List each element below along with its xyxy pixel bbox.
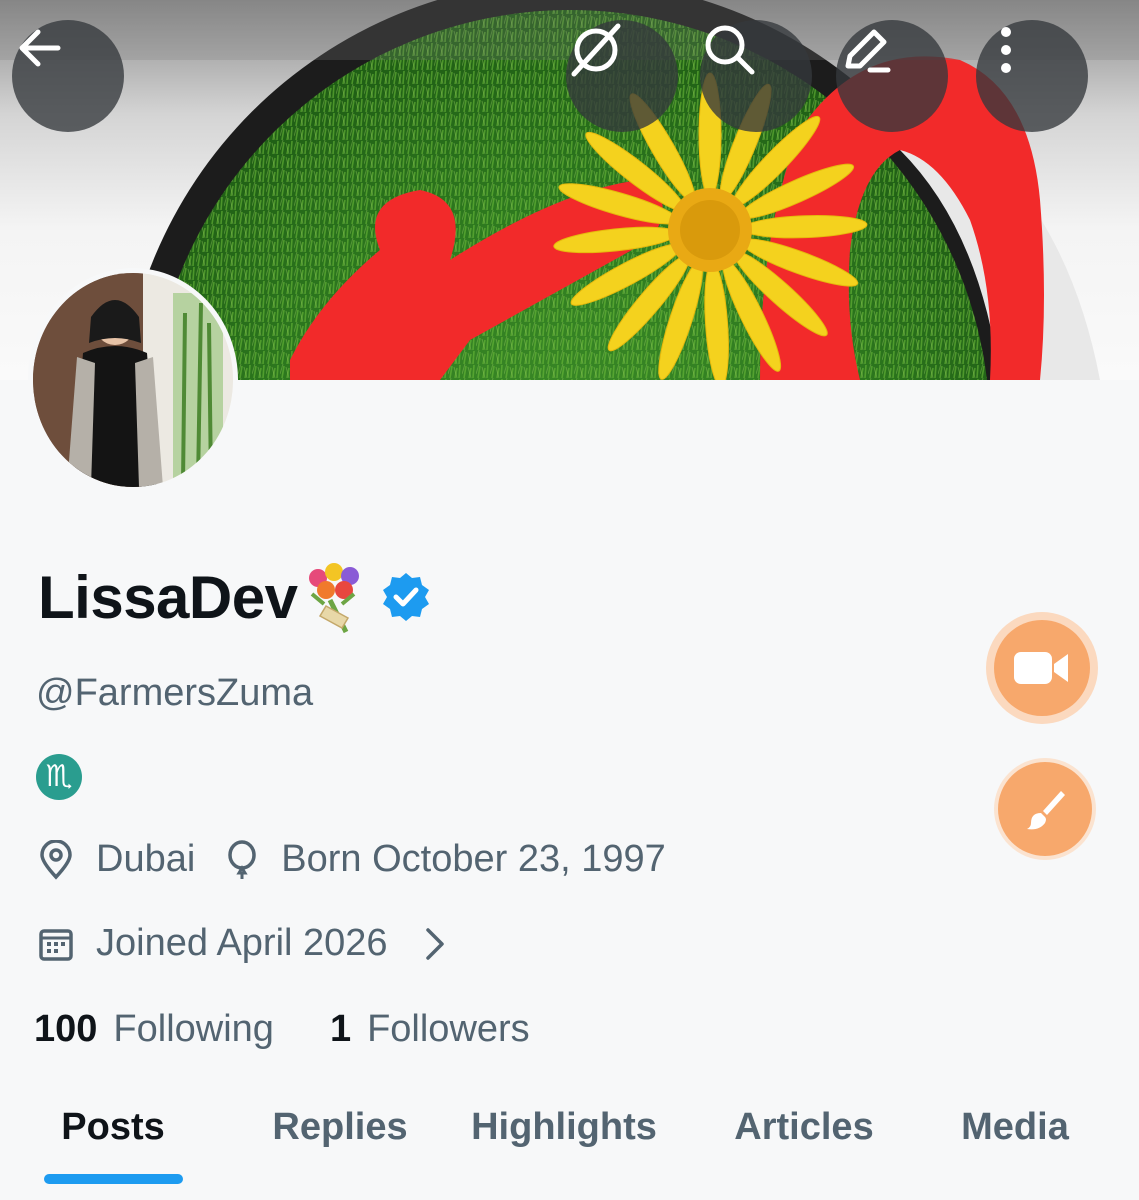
- tab-posts[interactable]: Posts: [61, 1106, 164, 1149]
- edit-button[interactable]: [836, 20, 948, 132]
- edit-icon: [845, 29, 891, 73]
- paint-button[interactable]: [998, 762, 1092, 856]
- avatar[interactable]: [28, 268, 238, 492]
- following-count: 100: [34, 1008, 98, 1050]
- paintbrush-icon: [1027, 791, 1065, 830]
- balloon-icon: [225, 839, 259, 880]
- more-vertical-icon: [1001, 27, 1011, 73]
- following-link[interactable]: 100 Following: [34, 1008, 274, 1051]
- more-button[interactable]: [976, 20, 1088, 132]
- profile-meta-row: Dubai Born October 23, 1997: [38, 838, 696, 881]
- joined-text: Joined April 2026: [96, 922, 388, 964]
- name-row: LissaDev: [38, 560, 432, 634]
- location-item: Dubai: [38, 838, 195, 881]
- profile-tabs: Posts Replies Highlights Articles Media: [0, 1100, 1139, 1200]
- grok-button[interactable]: [566, 20, 678, 132]
- followers-label: Followers: [367, 1008, 530, 1050]
- video-call-button[interactable]: [994, 620, 1090, 716]
- birthday-item: Born October 23, 1997: [225, 838, 666, 881]
- joined-item[interactable]: Joined April 2026: [38, 922, 388, 965]
- arrow-left-icon: [19, 29, 61, 67]
- tab-highlights[interactable]: Highlights: [471, 1106, 657, 1149]
- verified-badge-icon[interactable]: [380, 571, 432, 623]
- video-camera-icon: [1014, 652, 1068, 684]
- avatar-image: [33, 273, 233, 487]
- profile-page: LissaDev @FarmersZuma ♏ Dubai Born Octob…: [0, 0, 1139, 1200]
- scorpio-zodiac-icon: ♏: [36, 754, 82, 800]
- calendar-icon: [38, 926, 74, 962]
- grok-icon: [571, 23, 621, 77]
- followers-link[interactable]: 1 Followers: [330, 1008, 530, 1051]
- tab-media[interactable]: Media: [961, 1106, 1069, 1149]
- following-label: Following: [113, 1008, 274, 1050]
- back-button[interactable]: [12, 20, 124, 132]
- chevron-right-icon[interactable]: [422, 926, 448, 962]
- joined-row[interactable]: Joined April 2026: [38, 922, 448, 965]
- location-text: Dubai: [96, 838, 196, 880]
- search-button[interactable]: [700, 20, 812, 132]
- active-tab-indicator: [44, 1174, 183, 1184]
- tab-replies[interactable]: Replies: [272, 1106, 407, 1149]
- user-handle: @FarmersZuma: [36, 672, 314, 714]
- location-pin-icon: [38, 839, 74, 880]
- search-icon: [705, 25, 755, 75]
- bouquet-emoji: [308, 563, 359, 634]
- display-name: LissaDev: [38, 563, 298, 631]
- tab-articles[interactable]: Articles: [734, 1106, 873, 1149]
- birthday-text: Born October 23, 1997: [281, 838, 666, 880]
- followers-count: 1: [329, 1008, 352, 1050]
- follow-stats: 100 Following 1 Followers: [34, 1008, 586, 1051]
